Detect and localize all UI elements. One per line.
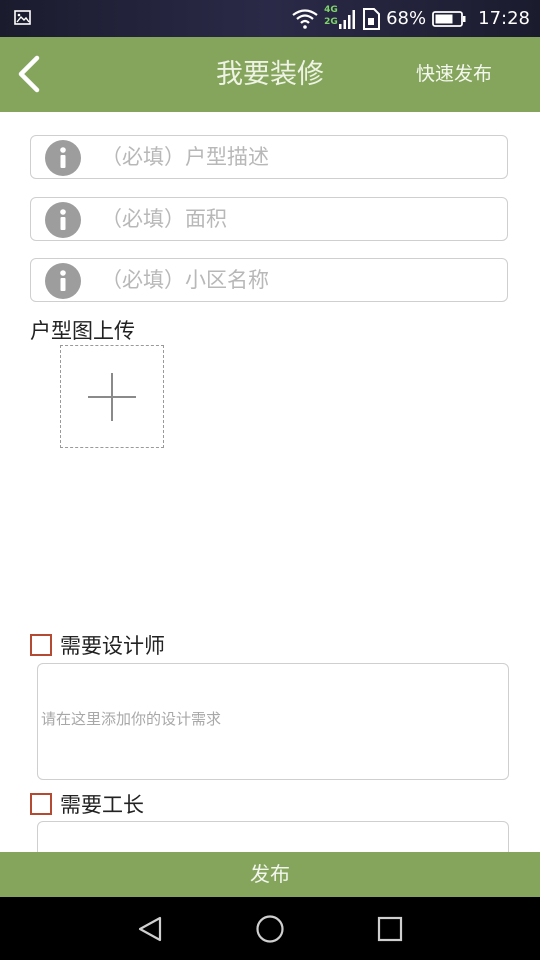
battery-icon [432,10,466,27]
network-type-top: 4G [324,4,338,15]
need-designer-row: 需要设计师 [30,632,165,658]
triangle-back-icon [138,916,162,942]
gallery-notification-icon [14,10,31,25]
title-bar: 我要装修 快速发布 [0,37,540,112]
back-button[interactable] [6,49,50,99]
designer-requirements-box [37,663,509,780]
nav-back-button[interactable] [130,909,170,949]
plus-icon [88,373,136,421]
community-field [30,258,508,302]
system-navigation-bar [0,897,540,960]
clock: 17:28 [478,8,530,29]
area-input[interactable] [101,198,501,240]
need-designer-checkbox[interactable] [30,634,52,656]
status-bar: 4G 2G 68% 17:28 [0,0,540,37]
house-type-input[interactable] [101,136,501,178]
circle-home-icon [256,915,284,943]
community-name-input[interactable] [101,259,501,301]
designer-requirements-textarea[interactable] [41,708,505,776]
signal-indicator: 4G 2G [324,5,356,33]
info-icon [45,140,81,176]
sim-icon [363,7,381,30]
quick-publish-button[interactable]: 快速发布 [416,37,492,112]
chevron-left-icon [18,55,40,93]
need-foreman-checkbox[interactable] [30,793,52,815]
info-icon [45,263,81,299]
signal-icon [339,9,356,29]
need-foreman-row: 需要工长 [30,791,144,817]
battery-percent: 68% [386,8,427,29]
house-type-field [30,135,508,179]
need-foreman-label: 需要工长 [60,793,144,817]
need-designer-label: 需要设计师 [60,634,165,658]
network-type-bottom: 2G [324,16,338,27]
nav-home-button[interactable] [250,909,290,949]
wifi-icon [292,8,318,29]
floor-plan-upload-button[interactable] [60,345,164,448]
area-field [30,197,508,241]
square-recents-icon [377,916,403,942]
publish-button[interactable]: 发布 [0,852,540,897]
nav-recents-button[interactable] [370,909,410,949]
info-icon [45,202,81,238]
floor-plan-label: 户型图上传 [30,319,135,343]
